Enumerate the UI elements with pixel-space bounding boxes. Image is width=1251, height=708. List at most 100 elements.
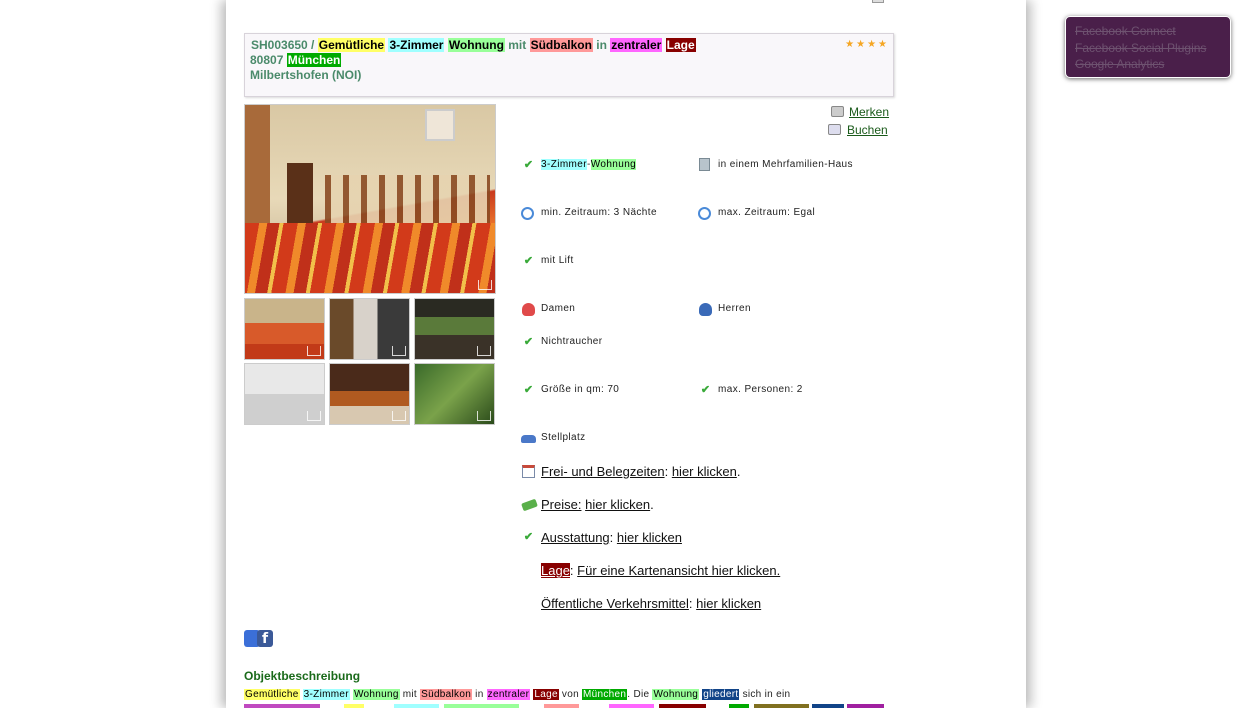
- photo-detail: [425, 109, 455, 141]
- separator-colon: :: [688, 596, 693, 611]
- title-word: Gemütliche: [317, 38, 386, 52]
- transit-click-link[interactable]: hier klicken: [696, 596, 761, 611]
- check-icon: ✔: [523, 384, 534, 396]
- transit-link[interactable]: Öffentliche Verkehrsmittel: [541, 596, 689, 611]
- feature-min-period: min. Zeitraum: 3 Nächte: [541, 207, 657, 218]
- description-word: München: [582, 689, 628, 700]
- feature-men: Herren: [718, 303, 751, 314]
- title-word: 3-Zimmer: [388, 38, 445, 52]
- building-icon: [699, 158, 710, 171]
- photo-thumbnail[interactable]: [244, 298, 325, 360]
- title-word: Wohnung: [447, 38, 505, 52]
- car-icon: [521, 435, 536, 443]
- prices-click-link[interactable]: hier klicken: [585, 497, 650, 512]
- check-icon: ✔: [523, 255, 534, 267]
- booking-icon[interactable]: [828, 124, 841, 135]
- feature-lift: mit Lift: [541, 255, 574, 266]
- description-word: . Die: [627, 689, 650, 700]
- feature-type: Wohnung: [590, 159, 637, 170]
- feature-size: Größe in qm: 70: [541, 384, 620, 395]
- description-word: 3-Zimmer: [302, 689, 350, 700]
- separator-colon: :: [569, 563, 574, 578]
- feature-house: in einem Mehrfamilien-Haus: [718, 159, 853, 170]
- description-heading: Objektbeschreibung: [244, 669, 361, 683]
- sentence-period: .: [650, 497, 654, 512]
- description-word: mit: [402, 689, 418, 700]
- description-word: von: [561, 689, 579, 700]
- equipment-line: Ausstattung: hier klicken: [541, 530, 682, 545]
- listing-ref: SH003650 /: [251, 38, 315, 52]
- feature-nonsmoker: Nichtraucher: [541, 336, 603, 347]
- description-word: Lage: [533, 689, 559, 700]
- separator-colon: :: [664, 464, 669, 479]
- photo-thumbnail[interactable]: [414, 298, 495, 360]
- description-word: Südbalkon: [420, 689, 473, 700]
- feature-max-period: max. Zeitraum: Egal: [718, 207, 816, 218]
- facebook-icon[interactable]: f: [257, 630, 273, 647]
- title-word: Südbalkon: [529, 38, 593, 52]
- tracker-item-facebook-social-plugins[interactable]: Facebook Social Plugins: [1075, 40, 1221, 57]
- bookmark-icon[interactable]: [831, 106, 844, 117]
- prices-line: Preise: hier klicken.: [541, 497, 654, 512]
- prices-link[interactable]: Preise:: [541, 497, 581, 512]
- home-watermark-icon: [307, 411, 321, 421]
- tracker-list-popup: Facebook Connect Facebook Social Plugins…: [1065, 16, 1231, 78]
- home-watermark-icon: [307, 346, 321, 356]
- location-line: Lage: Für eine Kartenansicht hier klicke…: [541, 563, 780, 578]
- map-link[interactable]: Für eine Kartenansicht hier klicken.: [577, 563, 780, 578]
- title-word: mit: [508, 38, 527, 52]
- location-label[interactable]: Lage: [541, 563, 570, 578]
- description-word: Wohnung: [652, 689, 700, 700]
- tracker-item-facebook-connect[interactable]: Facebook Connect: [1075, 23, 1221, 40]
- clock-icon: [698, 207, 711, 220]
- feature-women: Damen: [541, 303, 576, 314]
- feature-rooms-count: 3-Zimmer: [541, 159, 587, 170]
- description-text-next-line: [244, 704, 884, 708]
- description-word: gliedert: [702, 689, 740, 700]
- description-word: Gemütliche: [244, 689, 300, 700]
- home-watermark-icon: [392, 346, 406, 356]
- home-watermark-icon: [477, 411, 491, 421]
- equipment-link[interactable]: Ausstattung: [541, 530, 610, 545]
- feature-parking: Stellplatz: [541, 432, 586, 443]
- description-text: Gemütliche 3-Zimmer Wohnung mit Südbalko…: [244, 689, 790, 700]
- buchen-link[interactable]: Buchen: [847, 123, 888, 137]
- print-icon[interactable]: [872, 0, 884, 3]
- separator-colon: :: [609, 530, 614, 545]
- social-share-icon[interactable]: f: [244, 629, 273, 648]
- home-watermark-icon: [478, 280, 492, 290]
- description-word: zentraler: [486, 689, 531, 700]
- listing-zip: 80807: [250, 53, 284, 67]
- photo-detail: [325, 175, 490, 230]
- availability-link[interactable]: Frei- und Belegzeiten: [541, 464, 665, 479]
- check-icon: ✔: [523, 531, 534, 543]
- check-icon: ✔: [700, 384, 711, 396]
- feature-rooms: 3-Zimmer-Wohnung: [541, 159, 637, 170]
- listing-location: 80807 München: [250, 53, 342, 67]
- tracker-item-google-analytics[interactable]: Google Analytics: [1075, 56, 1221, 73]
- title-word: in: [596, 38, 607, 52]
- photo-thumbnail[interactable]: [414, 363, 495, 425]
- feature-max-persons: max. Personen: 2: [718, 384, 803, 395]
- photo-thumbnail[interactable]: [329, 298, 410, 360]
- transit-line: Öffentliche Verkehrsmittel: hier klicken: [541, 596, 761, 611]
- equipment-click-link[interactable]: hier klicken: [617, 530, 682, 545]
- photo-thumbnail[interactable]: [329, 363, 410, 425]
- title-word: Lage: [665, 38, 696, 52]
- merken-link[interactable]: Merken: [849, 105, 889, 119]
- sentence-period: .: [736, 464, 741, 479]
- listing-district: Milbertshofen (NOI): [250, 68, 362, 82]
- check-icon: ✔: [523, 159, 534, 171]
- photo-detail: [245, 223, 495, 293]
- listing-title: SH003650 / Gemütliche 3-Zimmer Wohnung m…: [251, 38, 696, 52]
- man-icon: [699, 303, 712, 316]
- main-photo[interactable]: [244, 104, 496, 294]
- home-watermark-icon: [477, 346, 491, 356]
- title-word: zentraler: [610, 38, 663, 52]
- photo-thumbnail[interactable]: [244, 363, 325, 425]
- availability-click-link[interactable]: hier klicken: [672, 464, 737, 479]
- listing-city: München: [286, 53, 342, 67]
- description-word: sich in ein: [742, 689, 791, 700]
- description-word: Wohnung: [352, 689, 400, 700]
- availability-line: Frei- und Belegzeiten: hier klicken.: [541, 464, 740, 479]
